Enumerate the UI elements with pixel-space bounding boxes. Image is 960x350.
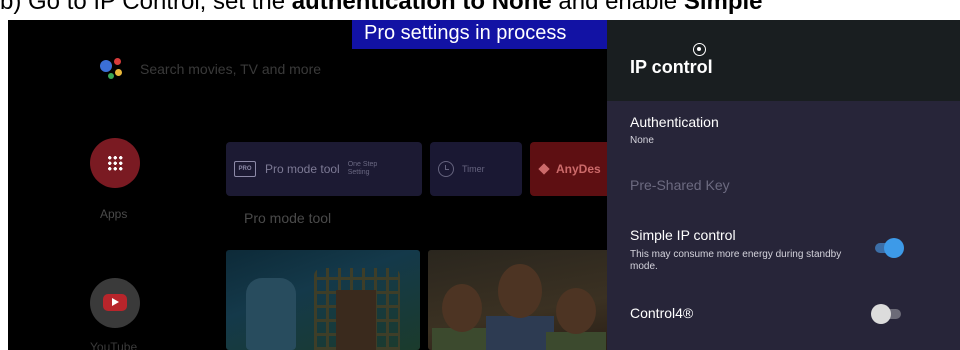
pro-mode-tool-row-label: Pro mode tool xyxy=(244,210,332,226)
caption-middle: and enable xyxy=(551,0,684,15)
anydesk-title: AnyDes xyxy=(556,162,601,176)
simple-ip-control-toggle[interactable] xyxy=(871,238,905,258)
apps-label: Apps xyxy=(100,207,128,221)
simple-ip-control-description: This may consume more energy during stan… xyxy=(630,249,842,272)
ip-control-panel: IP control Authentication None Pre-Share… xyxy=(607,20,960,350)
control4-label: Control4® xyxy=(630,305,694,321)
one-step-setting-label: One Step Setting xyxy=(347,161,378,176)
search-placeholder: Search movies, TV and more xyxy=(140,61,322,77)
apps-grid-icon xyxy=(107,155,123,171)
apps-button[interactable] xyxy=(90,138,140,188)
caption-bold-authentication: authentication to None xyxy=(291,0,552,15)
authentication-value: None xyxy=(630,135,654,146)
pro-settings-banner: Pro settings in process xyxy=(352,20,617,49)
pro-mode-tool-card[interactable]: PRO Pro mode tool One Step Setting xyxy=(226,142,422,196)
pro-badge-icon: PRO xyxy=(234,161,256,177)
authentication-setting[interactable]: Authentication None xyxy=(607,108,960,158)
caption-bold-simple: Simple xyxy=(683,0,763,15)
panel-header: IP control xyxy=(607,20,960,101)
pro-mode-tool-title: Pro mode tool xyxy=(265,162,340,176)
pointer-cursor-icon xyxy=(693,43,706,56)
control4-setting[interactable]: Control4® xyxy=(607,298,960,330)
anydesk-logo-icon xyxy=(538,163,550,175)
caption-prefix: b) Go to IP Control, set the xyxy=(0,0,292,15)
simple-ip-control-setting[interactable]: Simple IP control This may consume more … xyxy=(607,220,960,280)
anydesk-card[interactable]: AnyDes xyxy=(530,142,610,196)
timer-title: Timer xyxy=(462,164,485,174)
video-thumbnail-people[interactable] xyxy=(428,250,610,350)
youtube-label: YouTube xyxy=(90,340,138,350)
google-assistant-icon xyxy=(100,58,126,80)
tutorial-caption: b) Go to IP Control, set the authenticat… xyxy=(0,0,960,20)
simple-ip-control-label: Simple IP control xyxy=(630,227,736,243)
search-bar[interactable]: Search movies, TV and more xyxy=(100,58,321,80)
authentication-label: Authentication xyxy=(630,114,719,130)
caption-text: b) Go to IP Control, set the authenticat… xyxy=(0,0,763,17)
pre-shared-key-label: Pre-Shared Key xyxy=(630,177,730,193)
clock-icon xyxy=(438,161,454,177)
youtube-play-icon xyxy=(103,294,127,311)
video-thumbnail-cartoon[interactable] xyxy=(226,250,420,350)
timer-card[interactable]: Timer xyxy=(430,142,522,196)
youtube-button[interactable] xyxy=(90,278,140,328)
banner-text: Pro settings in process xyxy=(364,22,567,44)
control4-toggle[interactable] xyxy=(871,304,905,324)
panel-title: IP control xyxy=(630,57,713,77)
pre-shared-key-setting[interactable]: Pre-Shared Key xyxy=(607,170,960,200)
